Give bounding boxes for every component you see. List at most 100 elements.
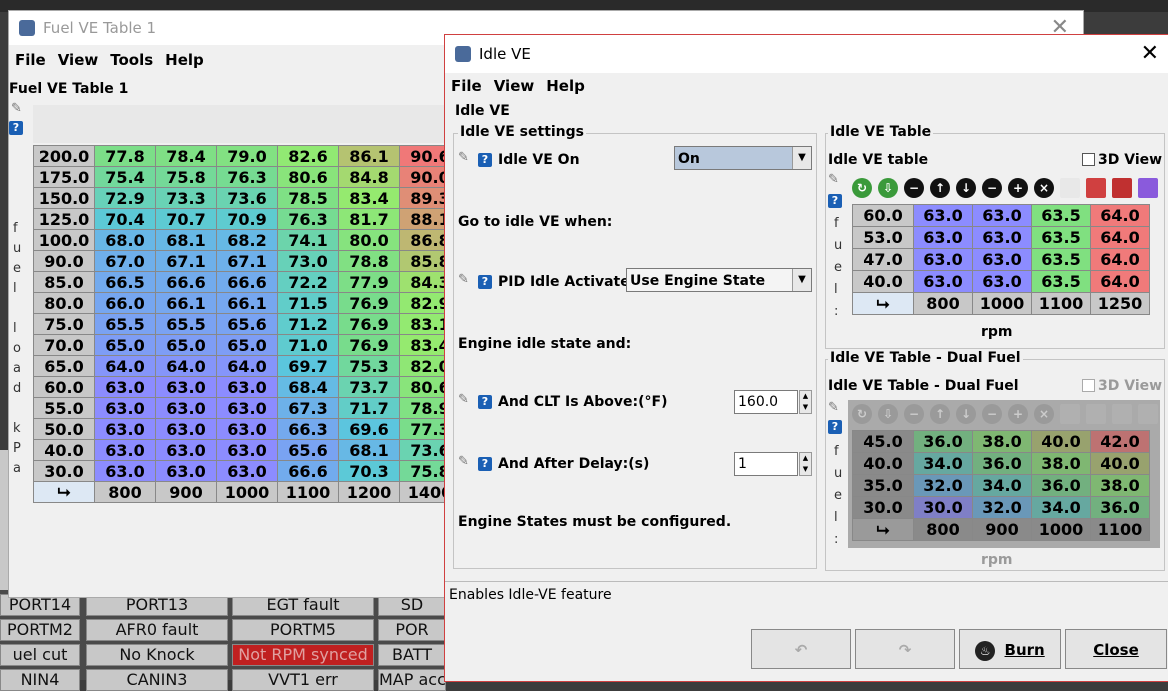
- ve-cell[interactable]: 63.0: [972, 226, 1032, 249]
- redo-button[interactable]: ↷: [855, 629, 955, 669]
- ve-cell[interactable]: 67.1: [216, 250, 278, 272]
- ve-cell[interactable]: 67.0: [94, 250, 156, 272]
- 3d-view-checkbox[interactable]: [1082, 153, 1095, 166]
- idle-ve-on-select[interactable]: On ▼: [674, 146, 812, 170]
- colormap-icon[interactable]: [1138, 404, 1158, 424]
- close-icon[interactable]: ✕: [1141, 41, 1159, 66]
- ve-cell[interactable]: 63.5: [1031, 204, 1091, 227]
- row-load-cell[interactable]: 30.0: [33, 460, 95, 482]
- ve-cell[interactable]: 36.0: [972, 452, 1032, 475]
- ve-cell[interactable]: 79.0: [216, 145, 278, 167]
- fill-icon[interactable]: [1086, 404, 1106, 424]
- chevron-down-icon[interactable]: ▼: [792, 147, 811, 169]
- ve-cell[interactable]: 63.5: [1031, 270, 1091, 293]
- ve-cell[interactable]: 77.8: [94, 145, 156, 167]
- ve-cell[interactable]: 34.0: [1031, 496, 1091, 519]
- ve-cell[interactable]: 32.0: [972, 496, 1032, 519]
- multiply-icon[interactable]: ×: [1034, 404, 1054, 424]
- ve-cell[interactable]: 63.0: [972, 248, 1032, 271]
- ve-cell[interactable]: 38.0: [972, 430, 1032, 453]
- x-axis-cell[interactable]: 1100: [1090, 518, 1150, 541]
- ve-cell[interactable]: 66.5: [94, 271, 156, 293]
- row-load-cell[interactable]: 35.0: [852, 474, 914, 497]
- help-icon[interactable]: ?: [828, 420, 842, 434]
- ve-cell[interactable]: 63.0: [94, 397, 156, 419]
- x-axis-cell[interactable]: 1100: [1031, 292, 1091, 315]
- ve-cell[interactable]: 42.0: [1090, 430, 1150, 453]
- ve-cell[interactable]: 78.5: [277, 187, 339, 209]
- ve-cell[interactable]: 63.0: [94, 439, 156, 461]
- ve-cell[interactable]: 71.0: [277, 334, 339, 356]
- menu-help[interactable]: Help: [165, 51, 204, 69]
- ve-cell[interactable]: 64.0: [1090, 204, 1150, 227]
- edit-icon[interactable]: ✎: [458, 150, 469, 165]
- menu-view[interactable]: View: [58, 51, 99, 69]
- burn-button[interactable]: ♨ Burn: [959, 629, 1061, 669]
- ve-cell[interactable]: 74.1: [277, 229, 339, 251]
- close-button[interactable]: Close: [1065, 629, 1167, 669]
- row-load-cell[interactable]: 30.0: [852, 496, 914, 519]
- ve-cell[interactable]: 66.6: [155, 271, 217, 293]
- ve-cell[interactable]: 70.3: [338, 460, 400, 482]
- help-icon[interactable]: ?: [828, 194, 842, 208]
- ve-cell[interactable]: 82.6: [277, 145, 339, 167]
- ve-cell[interactable]: 68.0: [94, 229, 156, 251]
- x-axis-cell[interactable]: 1000: [972, 292, 1032, 315]
- ve-cell[interactable]: 66.0: [94, 292, 156, 314]
- ve-cell[interactable]: 67.3: [277, 397, 339, 419]
- fill-icon[interactable]: [1086, 178, 1106, 198]
- ve-cell[interactable]: 68.1: [338, 439, 400, 461]
- row-load-cell[interactable]: 150.0: [33, 187, 95, 209]
- row-load-cell[interactable]: 40.0: [33, 439, 95, 461]
- ve-cell[interactable]: 63.0: [913, 248, 973, 271]
- row-load-cell[interactable]: 60.0: [33, 376, 95, 398]
- row-load-cell[interactable]: 55.0: [33, 397, 95, 419]
- menu-file[interactable]: File: [451, 77, 482, 95]
- increase-icon[interactable]: +: [1008, 404, 1028, 424]
- ve-cell[interactable]: 77.9: [338, 271, 400, 293]
- row-load-cell[interactable]: 53.0: [852, 226, 914, 249]
- menu-view[interactable]: View: [494, 77, 535, 95]
- ve-cell[interactable]: 69.7: [277, 355, 339, 377]
- ve-cell[interactable]: 78.4: [155, 145, 217, 167]
- swap-axes-icon[interactable]: ⮡: [33, 481, 95, 503]
- undo-button[interactable]: ↶: [751, 629, 851, 669]
- edit-icon[interactable]: ✎: [11, 101, 22, 116]
- x-axis-cell[interactable]: 800: [94, 481, 156, 503]
- ve-cell[interactable]: 63.0: [216, 397, 278, 419]
- ve-cell[interactable]: 78.8: [338, 250, 400, 272]
- window-titlebar[interactable]: Idle VE ✕: [445, 35, 1168, 73]
- ve-cell[interactable]: 71.2: [277, 313, 339, 335]
- download-icon[interactable]: ⇩: [878, 178, 898, 198]
- ve-cell[interactable]: 63.0: [216, 376, 278, 398]
- ve-cell[interactable]: 81.7: [338, 208, 400, 230]
- chevron-down-icon[interactable]: ▼: [792, 269, 811, 291]
- increase-icon[interactable]: +: [1008, 178, 1028, 198]
- ve-cell[interactable]: 36.0: [1031, 474, 1091, 497]
- swap-axes-icon[interactable]: ⮡: [852, 518, 914, 541]
- ve-cell[interactable]: 72.9: [94, 187, 156, 209]
- decrease-icon[interactable]: −: [982, 404, 1002, 424]
- ve-cell[interactable]: 73.0: [277, 250, 339, 272]
- interpolate-icon[interactable]: [1060, 178, 1080, 198]
- ve-cell[interactable]: 63.0: [216, 418, 278, 440]
- row-load-cell[interactable]: 75.0: [33, 313, 95, 335]
- smooth-icon[interactable]: [1112, 178, 1132, 198]
- ve-cell[interactable]: 64.0: [216, 355, 278, 377]
- row-load-cell[interactable]: 175.0: [33, 166, 95, 188]
- edit-icon[interactable]: ✎: [828, 400, 839, 415]
- ve-cell[interactable]: 63.0: [94, 376, 156, 398]
- up-arrow-icon[interactable]: ↑: [930, 404, 950, 424]
- ve-cell[interactable]: 63.0: [913, 204, 973, 227]
- pid-idle-select[interactable]: Use Engine State ▼: [626, 268, 812, 292]
- ve-cell[interactable]: 64.0: [1090, 248, 1150, 271]
- ve-cell[interactable]: 34.0: [913, 452, 973, 475]
- ve-cell[interactable]: 76.9: [338, 313, 400, 335]
- ve-cell[interactable]: 66.6: [216, 271, 278, 293]
- ve-cell[interactable]: 68.4: [277, 376, 339, 398]
- ve-cell[interactable]: 63.0: [155, 397, 217, 419]
- ve-cell[interactable]: 65.5: [94, 313, 156, 335]
- swap-axes-icon[interactable]: ⮡: [852, 292, 914, 315]
- ve-cell[interactable]: 71.7: [338, 397, 400, 419]
- ve-cell[interactable]: 75.4: [94, 166, 156, 188]
